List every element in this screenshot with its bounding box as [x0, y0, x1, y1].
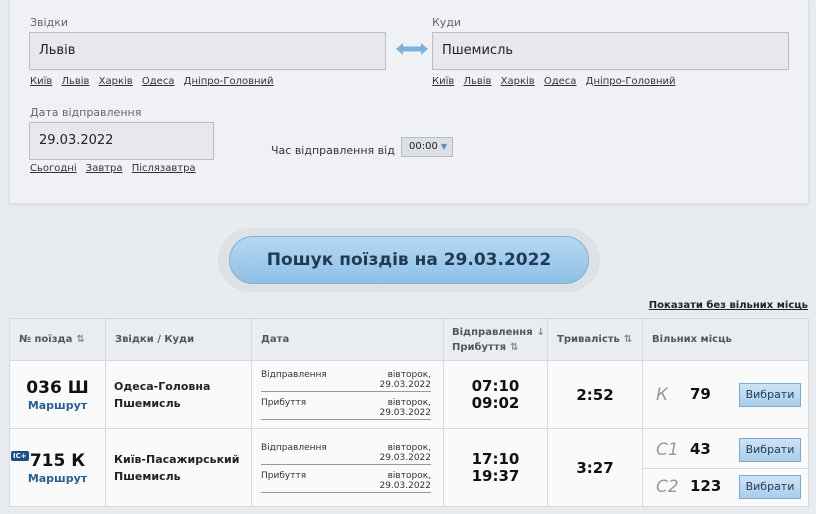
show-without-seats-link[interactable]: Показати без вільних місць: [649, 300, 808, 311]
table-row: IC+ 715 К Маршрут Київ-Пасажирський Пшем…: [9, 428, 809, 507]
stations-cell: Одеса-Головна Пшемисль: [105, 360, 252, 429]
times-cell: 17:10 19:37: [443, 428, 548, 507]
departure-label: Відправлення: [261, 442, 327, 453]
table-row: 036 Ш Маршрут Одеса-Головна Пшемисль Від…: [9, 360, 809, 429]
date-quick-link[interactable]: Сьогодні: [30, 163, 77, 174]
stations-cell: Київ-Пасажирський Пшемисль: [105, 428, 252, 507]
choose-button[interactable]: Вибрати: [739, 437, 801, 462]
time-select[interactable]: 00:00 ▼: [401, 137, 453, 157]
seat-class: К: [656, 384, 669, 405]
route-link[interactable]: Маршрут: [10, 472, 105, 485]
seat-count: 79: [690, 384, 711, 403]
from-station: Одеса-Головна: [114, 379, 211, 393]
seat-class: С1: [656, 439, 679, 460]
departure-date: вівторок, 29.03.2022: [379, 369, 431, 390]
header-number[interactable]: № поїзда ⇅: [9, 318, 106, 361]
train-number-cell: 036 Ш Маршрут: [9, 360, 106, 429]
from-label: Звідки: [30, 16, 68, 29]
time-value: 00:00: [409, 141, 438, 152]
duration: 2:52: [547, 360, 643, 429]
sort-icon[interactable]: ⇅: [76, 334, 84, 345]
date-label: Дата відправлення: [30, 106, 142, 119]
search-trains-button[interactable]: Пошук поїздів на 29.03.2022: [229, 236, 589, 284]
seats-cell: С1 43 Вибрати С2 123 Вибрати: [642, 428, 809, 507]
arrival-label: Прибуття: [261, 397, 307, 408]
header-route: Звідки / Куди: [105, 318, 252, 361]
seat-count: 43: [690, 439, 711, 458]
train-number-cell: IC+ 715 К Маршрут: [9, 428, 106, 507]
from-quick-link[interactable]: Одеса: [142, 76, 175, 87]
header-departure-arrival[interactable]: Відправлення ↓ Прибуття ⇅: [443, 318, 548, 361]
choose-button[interactable]: Вибрати: [739, 474, 801, 499]
from-quick-link[interactable]: Київ: [30, 76, 52, 87]
search-button-wrapper: Пошук поїздів на 29.03.2022: [218, 228, 600, 292]
departure-label: Відправлення: [261, 369, 327, 380]
choose-button[interactable]: Вибрати: [739, 382, 801, 407]
seat-class-row: К 79 Вибрати: [643, 377, 808, 413]
header-date: Дата: [251, 318, 444, 361]
header-seats: Вільних місць: [642, 318, 809, 361]
sort-down-icon[interactable]: ↓: [537, 327, 545, 338]
to-quick-link[interactable]: Харків: [501, 76, 535, 87]
arrival-time: 19:37: [471, 466, 520, 485]
date-input[interactable]: 29.03.2022: [29, 122, 214, 160]
train-number: 036 Ш: [26, 377, 89, 398]
seat-class-row: С2 123 Вибрати: [643, 467, 808, 504]
search-form: Звідки Львів Київ Львів Харків Одеса Дні…: [9, 0, 809, 204]
from-quick-link[interactable]: Дніпро-Головний: [184, 76, 274, 87]
chevron-down-icon: ▼: [440, 142, 447, 151]
to-station: Пшемисль: [114, 469, 181, 483]
seat-class-row: С1 43 Вибрати: [643, 432, 808, 468]
to-quick-link[interactable]: Дніпро-Головний: [586, 76, 676, 87]
duration: 3:27: [547, 428, 643, 507]
from-station: Київ-Пасажирський: [114, 452, 240, 466]
departure-time: 17:10: [471, 449, 520, 468]
trains-table: № поїзда ⇅ Звідки / Куди Дата Відправленн…: [9, 318, 809, 507]
to-quick-links: Київ Львів Харків Одеса Дніпро-Головний: [432, 76, 682, 87]
dates-cell: Відправлення вівторок, 29.03.2022 Прибутт…: [251, 428, 444, 507]
table-header-row: № поїзда ⇅ Звідки / Куди Дата Відправленн…: [9, 318, 809, 361]
header-duration[interactable]: Тривалість ⇅: [547, 318, 643, 361]
seats-cell: К 79 Вибрати: [642, 360, 809, 429]
sort-icon[interactable]: ⇅: [510, 342, 518, 353]
date-quick-link[interactable]: Завтра: [86, 163, 123, 174]
to-quick-link[interactable]: Львів: [463, 76, 491, 87]
to-station: Пшемисль: [114, 396, 181, 410]
sort-icon[interactable]: ⇅: [624, 334, 632, 345]
route-link[interactable]: Маршрут: [10, 399, 105, 412]
to-quick-link[interactable]: Одеса: [544, 76, 577, 87]
seat-count: 123: [690, 476, 722, 495]
arrival-label: Прибуття: [261, 470, 307, 481]
swap-direction-icon[interactable]: [395, 40, 429, 58]
intercity-plus-badge: IC+: [11, 451, 29, 461]
arrival-time: 09:02: [471, 393, 520, 412]
date-quick-link[interactable]: Післязавтра: [132, 163, 196, 174]
to-quick-link[interactable]: Київ: [432, 76, 454, 87]
time-label: Час відправлення від: [271, 144, 395, 157]
departure-date: вівторок, 29.03.2022: [379, 442, 431, 463]
arrival-date: вівторок, 29.03.2022: [379, 470, 431, 491]
seat-class: С2: [656, 476, 679, 497]
departure-time: 07:10: [471, 376, 520, 395]
date-quick-links: Сьогодні Завтра Післязавтра: [30, 163, 202, 174]
arrival-date: вівторок, 29.03.2022: [379, 397, 431, 418]
from-input[interactable]: Львів: [29, 32, 386, 70]
from-quick-links: Київ Львів Харків Одеса Дніпро-Головний: [30, 76, 280, 87]
from-quick-link[interactable]: Львів: [61, 76, 89, 87]
to-label: Куди: [432, 16, 462, 29]
to-input[interactable]: Пшемисль: [432, 32, 789, 70]
times-cell: 07:10 09:02: [443, 360, 548, 429]
from-quick-link[interactable]: Харків: [99, 76, 133, 87]
dates-cell: Відправлення вівторок, 29.03.2022 Прибутт…: [251, 360, 444, 429]
